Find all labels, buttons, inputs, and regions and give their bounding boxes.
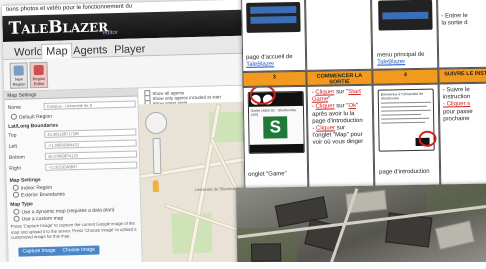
custom-map-radio[interactable]: Use a custom map xyxy=(13,214,64,222)
cliquer-link-3[interactable]: Cliquer xyxy=(316,125,335,131)
tab-agents[interactable]: Agents xyxy=(68,42,113,58)
phone-screenshot-menu xyxy=(378,0,433,31)
menu-caption: menu principal de TaleBlazer xyxy=(377,52,425,67)
latlong-title: Lat/Long Boundaries xyxy=(8,122,59,130)
map-type-title: Map Type xyxy=(10,201,33,208)
screenshot-collage: tions photos et vidéo pour le fonctionne… xyxy=(0,0,486,269)
name-input[interactable]: Campus - Université de S xyxy=(43,100,136,110)
dynamic-map-radio[interactable]: Use a dynamic map (requires a data plan) xyxy=(13,206,114,216)
map-pan-control[interactable] xyxy=(144,111,168,135)
left-input[interactable]: -71.93026994422 xyxy=(44,139,137,149)
taleblazer-logo[interactable]: TaleBlazer xyxy=(8,16,108,39)
cliquer-link-2[interactable]: Cliquer xyxy=(316,104,335,110)
tab-player[interactable]: Player xyxy=(109,41,151,57)
home-caption: page d'accueil de TaleBlazer xyxy=(246,54,293,69)
campus-satellite-photo xyxy=(236,183,486,269)
step1-instr-cell xyxy=(304,0,373,71)
top-input[interactable]: 45.381168717285 xyxy=(44,128,137,138)
step3-line4: page d'introduction xyxy=(312,117,363,125)
step2-line1: - Entrer le xyxy=(441,13,468,20)
step3-instructions: - Cliquer sur "Start Game" - Cliquer sur… xyxy=(311,88,364,147)
left-label: Left xyxy=(8,143,18,150)
right-label: Right xyxy=(9,165,22,172)
udes-logo: S xyxy=(263,116,288,139)
header-commencer: COMMENCER LA SORTIE xyxy=(306,69,373,86)
new-region-button[interactable]: New Region xyxy=(9,62,29,89)
step4-line4: pour passe xyxy=(443,108,473,116)
region-editor-label: Region Editor xyxy=(32,75,46,87)
header-step-3: 3 xyxy=(242,70,307,87)
taleblazer-link-1[interactable]: TaleBlazer xyxy=(246,61,274,67)
exterior-boundaries-radio[interactable]: Exterior Boundaries xyxy=(13,190,65,198)
new-region-label: New Region xyxy=(12,76,26,87)
tutorial-document: page d'accueil de TaleBlazer menu princi… xyxy=(241,0,486,192)
phone-screenshot-home xyxy=(246,1,301,33)
name-label: Name xyxy=(7,104,22,111)
intro-caption-text: page d'introduction xyxy=(379,168,430,176)
cliquer-link-1[interactable]: Cliquer xyxy=(315,89,334,95)
step4-instructions: - Suivre le instruction - Cliquer s pour… xyxy=(443,87,473,124)
default-region-checkbox[interactable]: Default Region xyxy=(11,113,52,121)
bottom-label: Bottom xyxy=(8,154,25,161)
header-step-4: 4 xyxy=(372,68,439,85)
step2-instructions: - Entrer le la sortie d xyxy=(441,13,468,28)
intro-caption: page d'introduction xyxy=(379,169,430,177)
step3-line6: l'onglet "Map" pour xyxy=(312,132,363,139)
top-label: Top xyxy=(8,132,17,139)
step2-instr-cell: - Entrer le la sortie d xyxy=(436,0,486,69)
choose-image-button[interactable]: Choose Image xyxy=(58,245,100,256)
game-tab-caption-text: onglet "Game" xyxy=(248,171,287,178)
game-tab-caption: onglet "Game" xyxy=(248,171,287,179)
region-editor-button[interactable]: Region Editor xyxy=(29,61,49,89)
step3-cell: Sortie UdeS 02 - Sherbrooke (4/5) S ongl… xyxy=(242,85,309,192)
logo-subtitle: editor xyxy=(102,29,118,37)
step4-line5: prochaine xyxy=(443,115,470,123)
taleblazer-link-2[interactable]: TaleBlazer xyxy=(377,59,405,65)
bottom-input[interactable]: 45.37669874122 xyxy=(44,150,138,160)
capture-image-button[interactable]: Capture Image xyxy=(18,246,60,257)
region-icon xyxy=(13,65,24,76)
step4-cell: Bienvenue à l'Université de Sherbrooke p… xyxy=(372,83,441,192)
header-suivre: SUIVRE LE INSTRUCT xyxy=(438,67,486,84)
right-input[interactable]: -71.9253248897 xyxy=(45,161,138,171)
step2-line2: la sortie d xyxy=(441,20,468,27)
step2-cell: menu principal de TaleBlazer xyxy=(370,0,439,70)
intro-screen-title: Bienvenue à l'Université de Sherbrooke xyxy=(380,91,424,101)
map-settings-title: Map Settings xyxy=(9,177,41,184)
map-settings-panel: Map Settings Name Campus - Université de… xyxy=(4,88,143,269)
pin-icon xyxy=(33,64,44,76)
step3-line7: voir où vous diriger xyxy=(312,139,364,147)
step4-instr-cell: - Suivre le instruction - Cliquer s pour… xyxy=(438,82,486,192)
page-bottom-strip xyxy=(0,262,486,269)
step1-cell: page d'accueil de TaleBlazer xyxy=(241,0,307,72)
step4-cliquer-link[interactable]: - Cliquer s xyxy=(443,101,470,107)
map-place-label: Université de Sherbrooke xyxy=(194,185,241,193)
home-caption-line1: page d'accueil de xyxy=(246,54,293,61)
map-help-text: Press 'Capture Image' to capture the cur… xyxy=(10,220,137,240)
street-view-pegman-icon[interactable] xyxy=(152,179,159,193)
step4-line2: instruction xyxy=(442,94,471,101)
step3-line3: après avoir lu la xyxy=(312,110,355,118)
step4-line1: - Suivre le xyxy=(442,87,470,94)
map-zoom-slider[interactable] xyxy=(152,137,162,175)
menu-caption-line1: menu principal de xyxy=(377,51,425,59)
step3-instr-cell: - Cliquer sur "Start Game" - Cliquer sur… xyxy=(306,84,375,192)
